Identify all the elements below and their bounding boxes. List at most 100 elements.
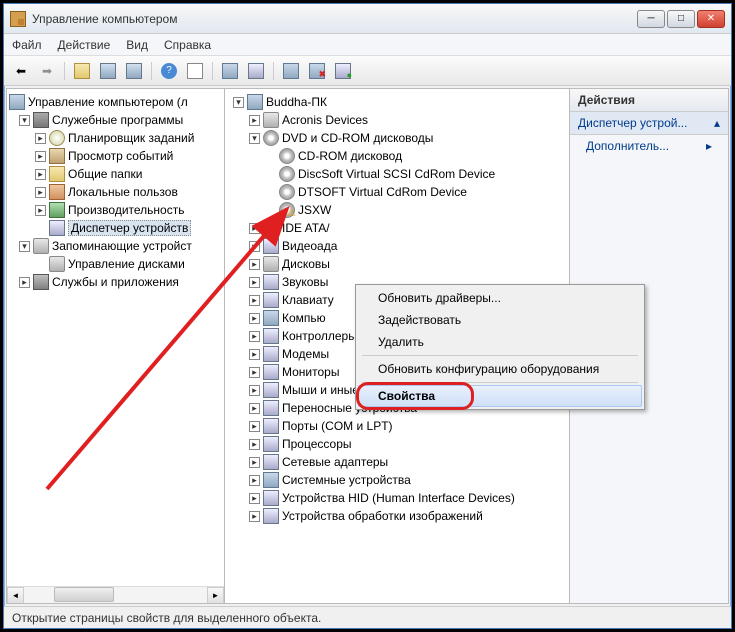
- tree-node-disk-mgmt[interactable]: Управление дисками: [9, 255, 222, 273]
- tree-node-disk-dev[interactable]: ▸ Дисковы: [227, 255, 567, 273]
- tree-node-dvd[interactable]: ▾ DVD и CD-ROM дисководы: [227, 129, 567, 147]
- minimize-button[interactable]: ─: [637, 10, 665, 28]
- disk-icon: [263, 256, 279, 272]
- expand-icon[interactable]: ▸: [249, 241, 260, 252]
- tree-node-scheduler[interactable]: ▸ Планировщик заданий: [9, 129, 222, 147]
- network-icon: [263, 454, 279, 470]
- expand-icon[interactable]: ▸: [35, 169, 46, 180]
- maximize-button[interactable]: □: [667, 10, 695, 28]
- tree-node-performance[interactable]: ▸ Производительность: [9, 201, 222, 219]
- ctx-scan[interactable]: Обновить конфигурацию оборудования: [358, 358, 642, 380]
- collapse-icon[interactable]: ▾: [19, 115, 30, 126]
- tree-node-local-users[interactable]: ▸ Локальные пользов: [9, 183, 222, 201]
- expand-icon[interactable]: ▸: [249, 259, 260, 270]
- tree-node-discsoft[interactable]: DiscSoft Virtual SCSI CdRom Device: [227, 165, 567, 183]
- ctx-delete[interactable]: Удалить: [358, 331, 642, 353]
- collapse-icon[interactable]: ▾: [19, 241, 30, 252]
- computer-icon: [283, 63, 299, 79]
- ctx-update-drivers[interactable]: Обновить драйверы...: [358, 287, 642, 309]
- tree-node-services-apps[interactable]: ▸ Службы и приложения: [9, 273, 222, 291]
- tree-node-shared-folders[interactable]: ▸ Общие папки: [9, 165, 222, 183]
- menu-action[interactable]: Действие: [58, 38, 111, 52]
- tree-node-processors[interactable]: ▸ Процессоры: [227, 435, 567, 453]
- expand-icon[interactable]: ▸: [249, 367, 260, 378]
- scroll-left-button[interactable]: ◄: [7, 587, 24, 603]
- tree-node-ports[interactable]: ▸ Порты (COM и LPT): [227, 417, 567, 435]
- gear-icon: [33, 274, 49, 290]
- menu-file[interactable]: Файл: [12, 38, 42, 52]
- expand-icon[interactable]: ▸: [249, 475, 260, 486]
- cd-icon: [263, 130, 279, 146]
- tree-node-ide[interactable]: ▸ IDE ATA/: [227, 219, 567, 237]
- cd-icon: [279, 148, 295, 164]
- expand-icon[interactable]: ▸: [249, 223, 260, 234]
- tb-help-button[interactable]: ?: [158, 60, 180, 82]
- expand-icon[interactable]: ▸: [249, 421, 260, 432]
- expand-icon[interactable]: ▸: [249, 115, 260, 126]
- horizontal-scrollbar[interactable]: ◄ ►: [7, 586, 224, 603]
- back-button[interactable]: ⬅: [10, 60, 32, 82]
- expand-icon[interactable]: ▸: [249, 331, 260, 342]
- collapse-icon[interactable]: ▾: [249, 133, 260, 144]
- users-icon: [49, 184, 65, 200]
- expand-icon[interactable]: ▸: [35, 187, 46, 198]
- panel2-icon: [126, 63, 142, 79]
- tb-remove-button[interactable]: ✖: [306, 60, 328, 82]
- close-button[interactable]: ✕: [697, 10, 725, 28]
- expand-icon[interactable]: ▸: [35, 133, 46, 144]
- system-icon: [263, 472, 279, 488]
- tree-node-computer[interactable]: ▾ Buddha-ПК: [227, 93, 567, 111]
- scroll-thumb[interactable]: [54, 587, 114, 602]
- tree-node-device-manager[interactable]: Диспетчер устройств: [9, 219, 222, 237]
- tree-node-dtsoft[interactable]: DTSOFT Virtual CdRom Device: [227, 183, 567, 201]
- tb-comp-button[interactable]: [219, 60, 241, 82]
- forward-button[interactable]: ➡: [36, 60, 58, 82]
- tree-node-hid[interactable]: ▸ Устройства HID (Human Interface Device…: [227, 489, 567, 507]
- expand-icon[interactable]: ▸: [249, 277, 260, 288]
- collapse-icon[interactable]: ▾: [233, 97, 244, 108]
- expand-icon[interactable]: ▸: [249, 295, 260, 306]
- actions-section[interactable]: Диспетчер устрой... ▴: [570, 112, 728, 135]
- tree-node-network[interactable]: ▸ Сетевые адаптеры: [227, 453, 567, 471]
- actions-additional[interactable]: Дополнитель... ▸: [570, 135, 728, 157]
- expand-icon[interactable]: ▸: [249, 385, 260, 396]
- titlebar: Управление компьютером ─ □ ✕: [4, 4, 731, 34]
- cd-icon: [279, 166, 295, 182]
- expand-icon[interactable]: ▸: [35, 151, 46, 162]
- tb-doc-button[interactable]: [184, 60, 206, 82]
- menu-help[interactable]: Справка: [164, 38, 211, 52]
- tree-node-root[interactable]: Управление компьютером (л: [9, 93, 222, 111]
- tb-comp2-button[interactable]: [280, 60, 302, 82]
- expand-icon[interactable]: ▸: [249, 511, 260, 522]
- tb-prop-button[interactable]: [97, 60, 119, 82]
- scroll-track[interactable]: [24, 587, 207, 603]
- expand-icon[interactable]: ▸: [249, 403, 260, 414]
- tb-enable-button[interactable]: ●: [332, 60, 354, 82]
- tree-node-services-group[interactable]: ▾ Служебные программы: [9, 111, 222, 129]
- menu-view[interactable]: Вид: [126, 38, 148, 52]
- tb-folder-button[interactable]: [71, 60, 93, 82]
- tb-scan-button[interactable]: [245, 60, 267, 82]
- ctx-properties[interactable]: Свойства: [358, 385, 642, 407]
- tree-node-video[interactable]: ▸ Видеоада: [227, 237, 567, 255]
- tree-node-system-dev[interactable]: ▸ Системные устройства: [227, 471, 567, 489]
- tb-panel2-button[interactable]: [123, 60, 145, 82]
- ctx-enable[interactable]: Задействовать: [358, 309, 642, 331]
- statusbar: Открытие страницы свойств для выделенног…: [4, 606, 731, 628]
- tree-node-imaging[interactable]: ▸ Устройства обработки изображений: [227, 507, 567, 525]
- tree-node-jsxw-error[interactable]: JSXW: [227, 201, 567, 219]
- tree-node-acronis[interactable]: ▸ Acronis Devices: [227, 111, 567, 129]
- computer-icon: [263, 310, 279, 326]
- expand-icon[interactable]: ▸: [249, 439, 260, 450]
- tree-node-storage[interactable]: ▾ Запоминающие устройст: [9, 237, 222, 255]
- expand-icon[interactable]: ▸: [249, 457, 260, 468]
- tree-node-cdrom[interactable]: CD-ROM дисковод: [227, 147, 567, 165]
- expand-icon[interactable]: ▸: [249, 313, 260, 324]
- doc-icon: [187, 63, 203, 79]
- expand-icon[interactable]: ▸: [249, 493, 260, 504]
- expand-icon[interactable]: ▸: [19, 277, 30, 288]
- tree-node-event-viewer[interactable]: ▸ Просмотр событий: [9, 147, 222, 165]
- expand-icon[interactable]: ▸: [249, 349, 260, 360]
- expand-icon[interactable]: ▸: [35, 205, 46, 216]
- scroll-right-button[interactable]: ►: [207, 587, 224, 603]
